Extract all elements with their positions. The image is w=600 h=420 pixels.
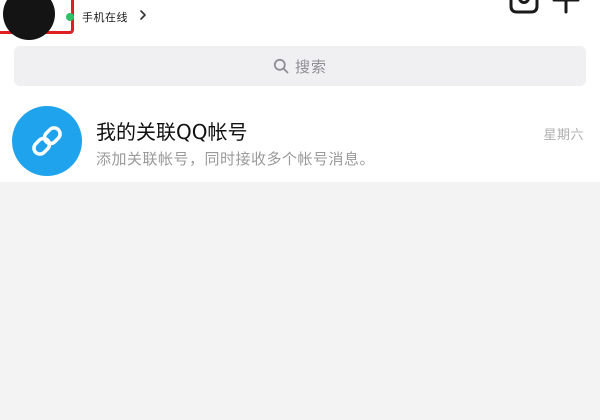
messages-screen: 手机在线 搜索 我的关联QQ帐号 添加关联帐号，同时接收多个帐号消息。 星期六 <box>0 0 600 420</box>
search-placeholder: 搜索 <box>294 57 327 76</box>
plus-icon[interactable] <box>552 0 580 14</box>
list-item-time: 星期六 <box>543 128 584 143</box>
list-item-title: 我的关联QQ帐号 <box>96 120 248 144</box>
top-bar: 手机在线 <box>0 0 600 40</box>
chevron-right-icon[interactable] <box>138 9 148 21</box>
online-status-text[interactable]: 手机在线 <box>82 9 128 25</box>
link-icon <box>32 126 62 156</box>
online-status-dot <box>66 13 74 21</box>
search-input[interactable]: 搜索 <box>14 46 586 86</box>
search-icon <box>273 58 289 74</box>
list-item-linked-qq-account[interactable]: 我的关联QQ帐号 添加关联帐号，同时接收多个帐号消息。 星期六 <box>0 94 600 182</box>
list-item-subtitle: 添加关联帐号，同时接收多个帐号消息。 <box>96 150 376 168</box>
search-area: 搜索 <box>0 40 600 94</box>
camera-icon[interactable] <box>506 0 540 14</box>
linked-account-avatar <box>12 106 82 176</box>
avatar[interactable] <box>3 0 55 40</box>
